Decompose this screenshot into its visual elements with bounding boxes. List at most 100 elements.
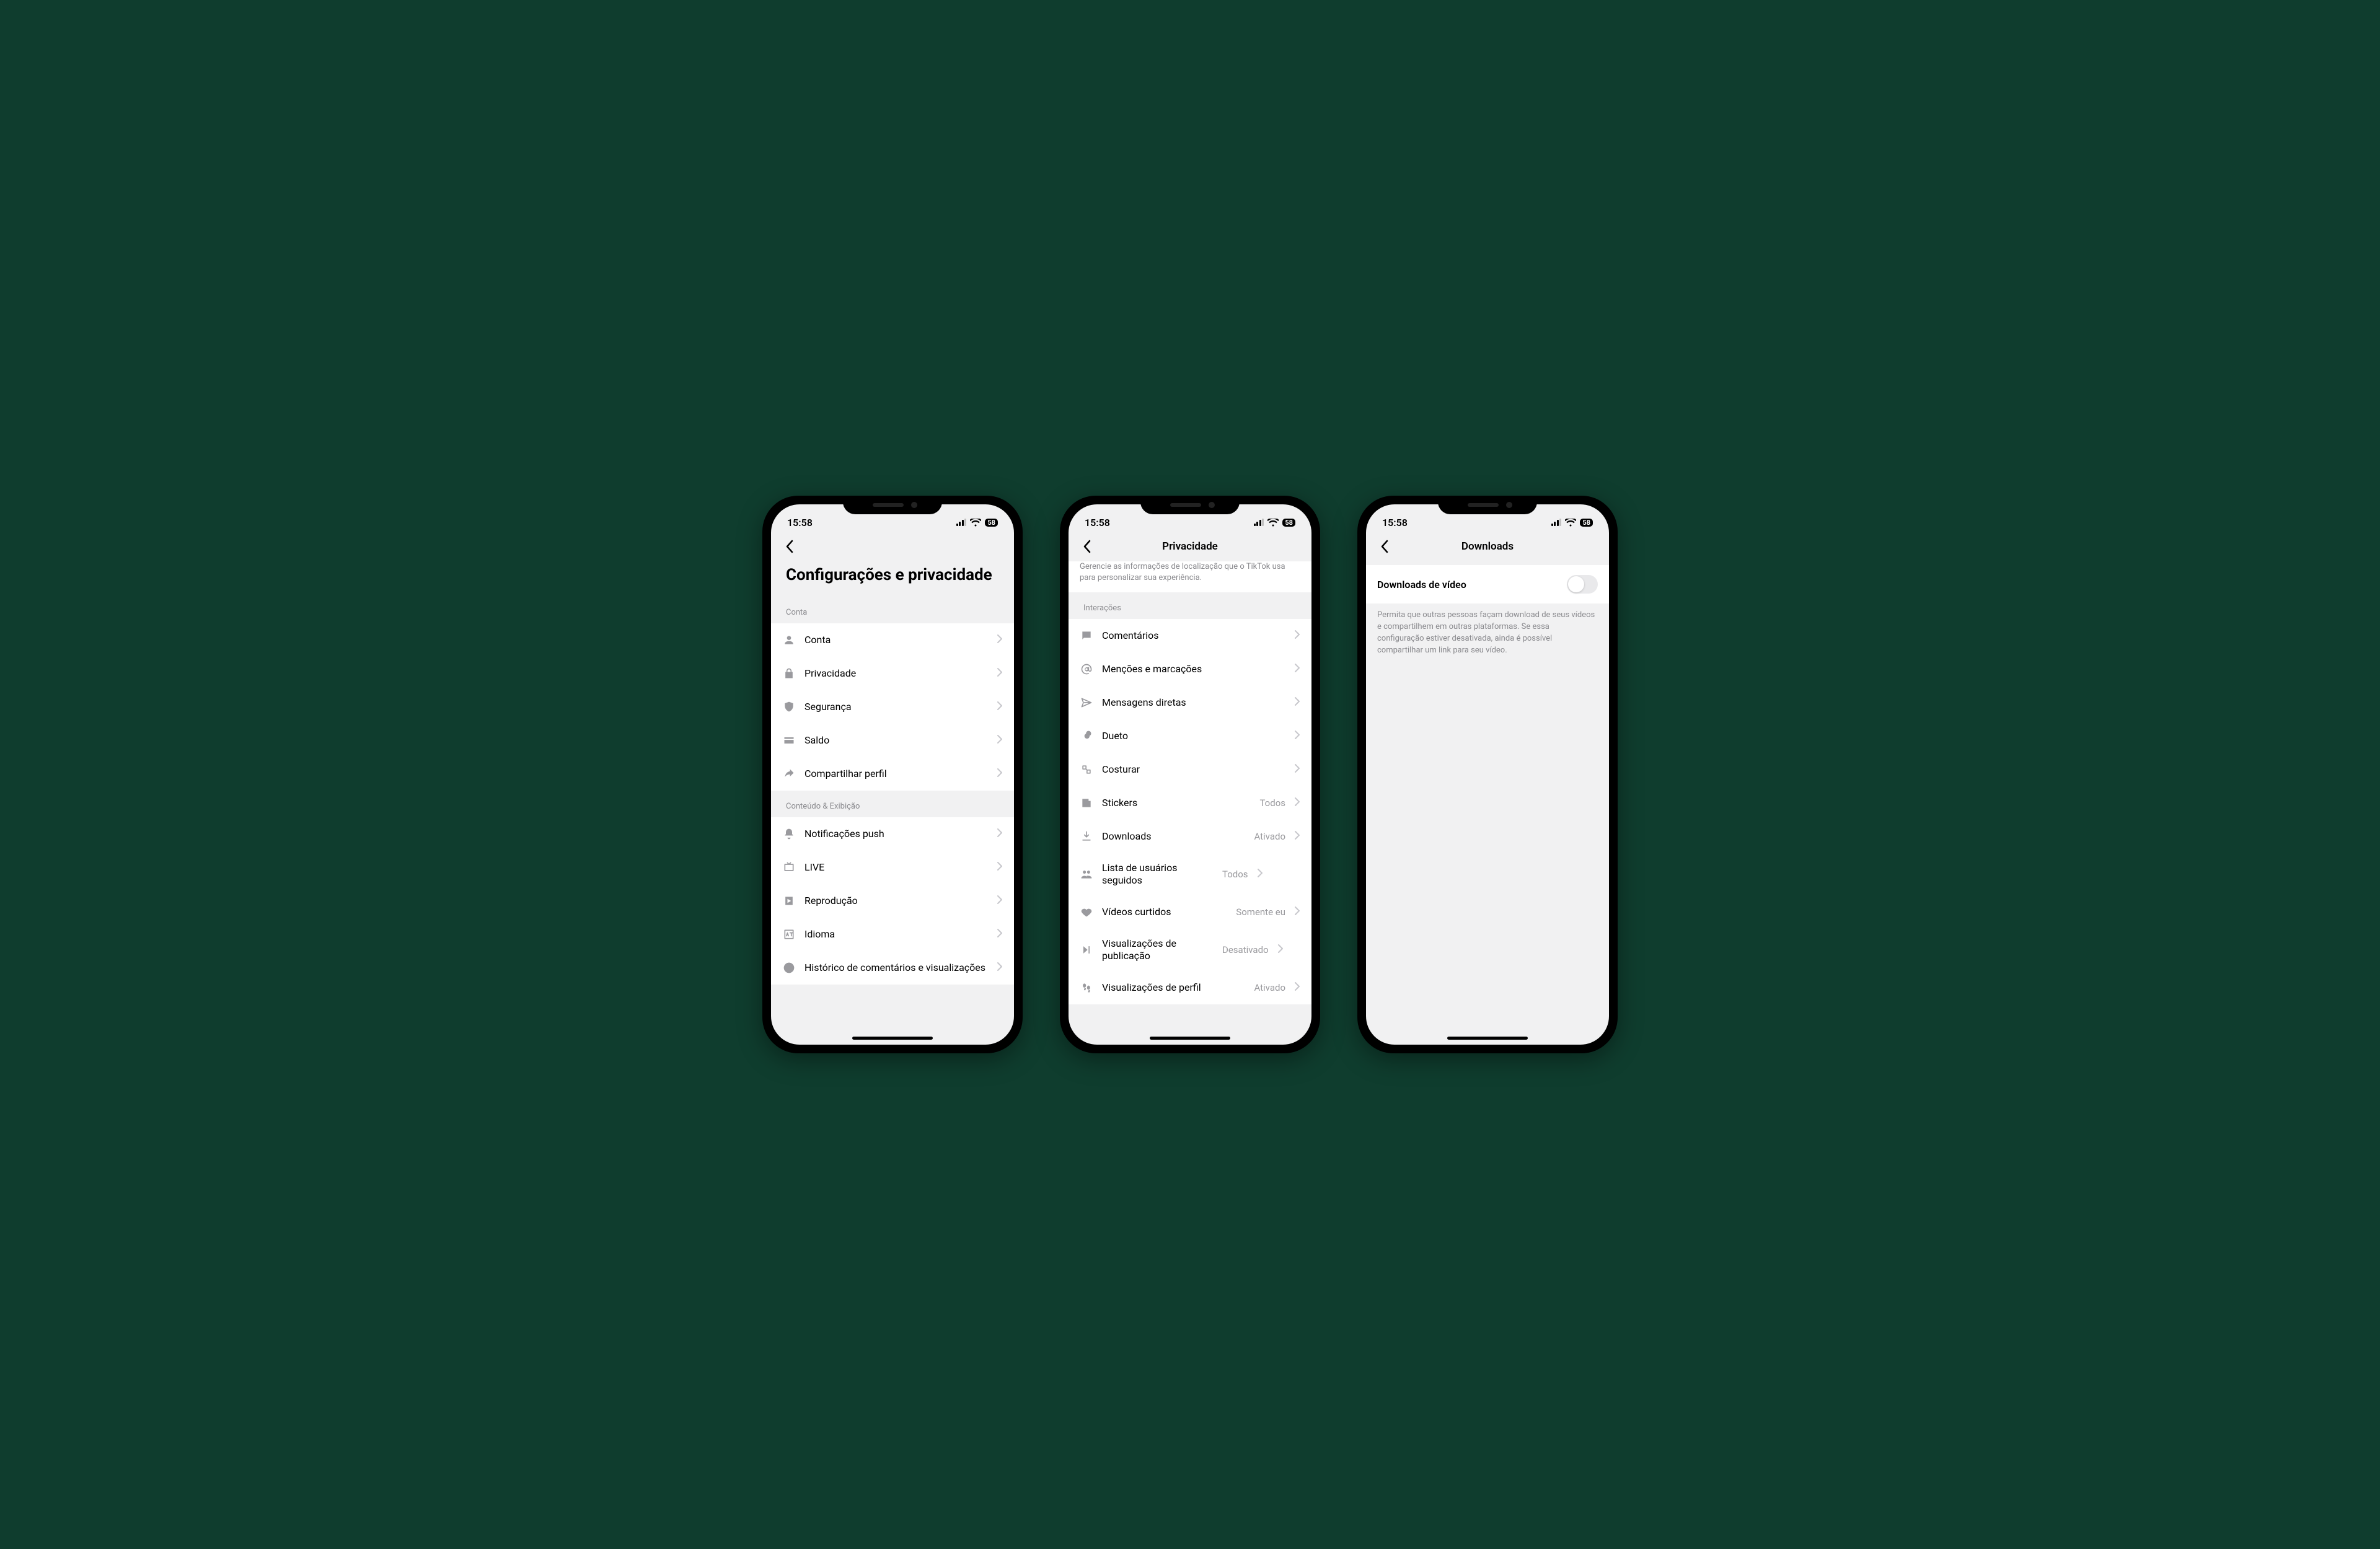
wifi-icon <box>970 519 981 527</box>
row-label: Compartilhar perfil <box>804 768 988 780</box>
clock-icon <box>782 961 796 975</box>
row-value: Ativado <box>1254 831 1285 842</box>
chevron-right-icon <box>997 701 1003 713</box>
row-playback[interactable]: Reprodução <box>771 884 1014 918</box>
section-list: Notificações push LIVE Reprodução Idioma… <box>771 817 1014 985</box>
battery-level: 58 <box>985 519 998 527</box>
video-downloads-toggle[interactable] <box>1567 575 1598 594</box>
row-dm[interactable]: Mensagens diretas <box>1069 686 1311 719</box>
chevron-right-icon <box>1294 830 1300 843</box>
chevron-right-icon <box>1257 868 1263 880</box>
cellular-signal-icon <box>956 519 967 526</box>
play-icon <box>782 894 796 908</box>
row-label: LIVE <box>804 861 988 874</box>
chevron-right-icon <box>1294 696 1300 709</box>
row-label: Visualizações de publicação <box>1102 937 1214 962</box>
row-label: Visualizações de perfil <box>1102 981 1245 994</box>
footsteps-icon <box>1080 981 1093 994</box>
chevron-right-icon <box>1294 763 1300 776</box>
row-live[interactable]: LIVE <box>771 851 1014 884</box>
bell-icon <box>782 827 796 841</box>
sticker-icon <box>1080 796 1093 810</box>
row-label: Menções e marcações <box>1102 663 1285 675</box>
row-value: Todos <box>1259 797 1285 809</box>
at-icon <box>1080 662 1093 676</box>
phone-frame: 15:58 58 Configurações e privacidadeCont… <box>762 496 1023 1053</box>
row-share[interactable]: Compartilhar perfil <box>771 757 1014 791</box>
page-title: Configurações e privacidade <box>771 561 1014 597</box>
privacy-list[interactable]: Interações Comentários Menções e marcaçõ… <box>1069 592 1311 1045</box>
section-header-conta: Conta <box>771 597 1014 623</box>
settings-list[interactable]: Conta Conta Privacidade Segurança Saldo … <box>771 597 1014 1045</box>
row-comments[interactable]: Comentários <box>1069 619 1311 652</box>
row-stickers[interactable]: Stickers Todos <box>1069 786 1311 820</box>
notch <box>1140 496 1240 514</box>
chevron-right-icon <box>1294 630 1300 642</box>
row-profviews[interactable]: Visualizações de perfil Ativado <box>1069 971 1311 1004</box>
status-time: 15:58 <box>1382 517 1408 529</box>
chevron-right-icon <box>997 667 1003 680</box>
row-label: Histórico de comentários e visualizações <box>804 962 988 974</box>
screen: 15:58 58 Downloads Downloads de vídeo Pe… <box>1366 504 1609 1045</box>
row-history[interactable]: Histórico de comentários e visualizações <box>771 951 1014 985</box>
row-security[interactable]: Segurança <box>771 690 1014 724</box>
row-mentions[interactable]: Menções e marcações <box>1069 652 1311 686</box>
notch <box>843 496 942 514</box>
row-language[interactable]: Idioma <box>771 918 1014 951</box>
chevron-right-icon <box>997 768 1003 780</box>
row-label: Lista de usuários seguidos <box>1102 862 1214 887</box>
row-label: Mensagens diretas <box>1102 696 1285 709</box>
empty-area <box>1366 662 1609 1045</box>
send-icon <box>1080 696 1093 709</box>
share-icon <box>782 767 796 781</box>
chevron-right-icon <box>997 962 1003 974</box>
chat-icon <box>1080 629 1093 643</box>
home-indicator[interactable] <box>1447 1037 1528 1040</box>
status-right: 58 <box>1254 519 1295 527</box>
row-label: Segurança <box>804 701 988 713</box>
status-time: 15:58 <box>787 517 813 529</box>
home-indicator[interactable] <box>852 1037 933 1040</box>
row-account[interactable]: Conta <box>771 623 1014 657</box>
row-label: Reprodução <box>804 895 988 907</box>
phones-row: 15:58 58 Configurações e privacidadeCont… <box>762 496 1618 1053</box>
cellular-signal-icon <box>1254 519 1264 526</box>
chevron-right-icon <box>997 634 1003 646</box>
row-label: Idioma <box>804 928 988 941</box>
row-privacy[interactable]: Privacidade <box>771 657 1014 690</box>
duet-icon <box>1080 729 1093 743</box>
chevron-right-icon <box>997 861 1003 874</box>
row-value: Somente eu <box>1236 906 1285 918</box>
stitch-icon <box>1080 763 1093 776</box>
nav-title: Downloads <box>1366 540 1609 553</box>
row-postviews[interactable]: Visualizações de publicação Desativado <box>1069 929 1311 971</box>
home-indicator[interactable] <box>1150 1037 1230 1040</box>
playfwd-icon <box>1080 943 1093 957</box>
lang-icon <box>782 928 796 941</box>
notch <box>1438 496 1537 514</box>
row-label: Notificações push <box>804 828 988 840</box>
row-following[interactable]: Lista de usuários seguidos Todos <box>1069 853 1311 895</box>
chevron-right-icon <box>1294 730 1300 742</box>
section-header-conte-do-exibi-o: Conteúdo & Exibição <box>771 791 1014 817</box>
back-button[interactable] <box>781 538 798 555</box>
row-label: Dueto <box>1102 730 1285 742</box>
row-push[interactable]: Notificações push <box>771 817 1014 851</box>
chevron-right-icon <box>1294 906 1300 918</box>
row-label: Privacidade <box>804 667 988 680</box>
screen: 15:58 58 Configurações e privacidadeCont… <box>771 504 1014 1045</box>
row-duet[interactable]: Dueto <box>1069 719 1311 753</box>
row-label: Vídeos curtidos <box>1102 906 1227 918</box>
wifi-icon <box>1267 519 1279 527</box>
cellular-signal-icon <box>1551 519 1562 526</box>
shield-icon <box>782 700 796 714</box>
back-button[interactable] <box>1376 538 1393 555</box>
row-balance[interactable]: Saldo <box>771 724 1014 757</box>
toggle-description: Permita que outras pessoas façam downloa… <box>1366 603 1609 662</box>
status-right: 58 <box>956 519 998 527</box>
row-stitch[interactable]: Costurar <box>1069 753 1311 786</box>
row-liked[interactable]: Vídeos curtidos Somente eu <box>1069 895 1311 929</box>
row-downloads[interactable]: Downloads Ativado <box>1069 820 1311 853</box>
back-button[interactable] <box>1078 538 1096 555</box>
row-value: Ativado <box>1254 982 1285 993</box>
